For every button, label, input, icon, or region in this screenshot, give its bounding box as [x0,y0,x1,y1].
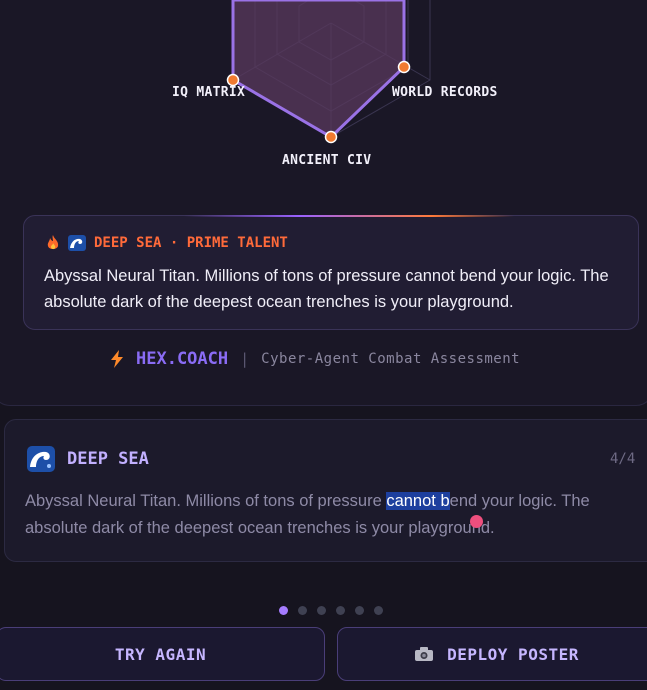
pagination-dot[interactable] [279,606,288,615]
result-detail-card: DEEP SEA 4/4 Abyssal Neural Titan. Milli… [4,419,647,562]
radar-label-iq-matrix: IQ MATRIX [172,85,246,100]
camera-icon [415,647,434,661]
fire-icon [47,235,59,250]
try-again-button[interactable]: TRY AGAIN [0,627,325,681]
brand-name: HEX.COACH [136,349,229,369]
result-text-selection: cannot b [386,492,450,510]
radar-chart [226,0,431,144]
radar-point-ancient-civ [324,130,338,144]
radar-point-iq-matrix [226,73,240,87]
pagination-dot[interactable] [355,606,364,615]
pagination-dot[interactable] [317,606,326,615]
result-heading-row: DEEP SEA [27,446,149,472]
result-description[interactable]: Abyssal Neural Titan. Millions of tons o… [25,488,637,542]
radar-point-world-records [397,60,411,74]
brand-separator: | [240,350,250,368]
pagination-dot[interactable] [374,606,383,615]
pagination-dot[interactable] [336,606,345,615]
talent-description: Abyssal Neural Titan. Millions of tons o… [44,267,609,311]
radar-label-world-records: WORLD RECORDS [392,85,498,100]
text-cursor-handle[interactable] [470,515,483,528]
talent-heading: DEEP SEA · PRIME TALENT [94,235,288,251]
deploy-poster-button[interactable]: DEPLOY POSTER [337,627,647,681]
radar-area [231,0,406,139]
brand-footer: HEX.COACH | Cyber-Agent Combat Assessmen… [110,349,520,369]
lightning-icon [111,350,123,368]
result-text-before: Abyssal Neural Titan. Millions of tons o… [25,492,387,510]
talent-heading-row: DEEP SEA · PRIME TALENT [46,235,288,251]
wave-icon [68,235,86,251]
card-glow-line [184,215,514,217]
result-title: DEEP SEA [67,449,149,469]
pagination-dots [279,606,383,615]
brand-tagline: Cyber-Agent Combat Assessment [261,351,521,367]
result-counter: 4/4 [610,451,636,467]
prime-talent-card: DEEP SEA · PRIME TALENT Abyssal Neural T… [23,215,639,330]
wave-icon [27,446,55,472]
deploy-poster-label: DEPLOY POSTER [447,644,579,664]
pagination-dot[interactable] [298,606,307,615]
try-again-label: TRY AGAIN [114,644,207,664]
radar-label-ancient-civ: ANCIENT CIV [282,153,372,168]
